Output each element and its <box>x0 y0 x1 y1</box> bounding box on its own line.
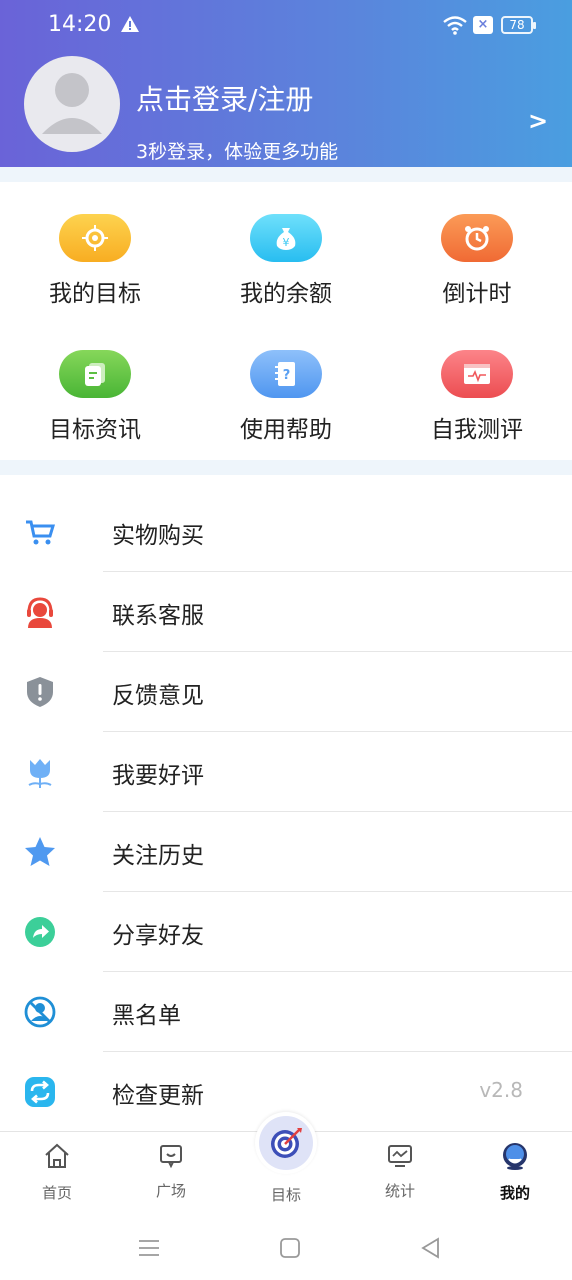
user-silhouette-icon <box>42 73 102 134</box>
menu-item-share[interactable]: 分享好友 <box>0 892 572 972</box>
menu-lines-icon[interactable] <box>137 1236 161 1260</box>
grid-label: 我的目标 <box>49 281 141 307</box>
shield-alert-icon <box>27 677 53 707</box>
user-avatar-icon <box>503 1143 527 1170</box>
menu-item-good-review[interactable]: 我要好评 <box>0 732 572 812</box>
tab-goal-label: 目标 <box>270 1186 301 1204</box>
tab-square[interactable]: 广场 <box>121 1132 221 1217</box>
profile-header: 14:20 × 78 点击登录/注册 3秒登录，体验更多功能 > <box>0 0 572 167</box>
menu-label: 我要好评 <box>112 763 204 789</box>
section-separator <box>0 167 572 182</box>
menu-label: 关注历史 <box>112 843 204 869</box>
menu-label: 联系客服 <box>112 603 204 629</box>
money-bag-icon: ¥ <box>250 214 322 262</box>
chat-square-icon <box>160 1145 182 1169</box>
menu-label: 黑名单 <box>112 1003 181 1029</box>
battery-indicator: 78 <box>501 16 536 34</box>
refresh-icon <box>25 1077 55 1107</box>
menu-item-follow-history[interactable]: 关注历史 <box>0 812 572 892</box>
news-icon <box>59 350 131 398</box>
wifi-icon <box>443 16 467 35</box>
share-icon <box>25 917 55 947</box>
back-triangle-icon[interactable] <box>419 1236 443 1260</box>
tab-goal[interactable] <box>255 1112 317 1174</box>
grid-item-my-goals[interactable]: 我的目标 <box>0 214 190 334</box>
grid-item-self-assessment[interactable]: 自我测评 <box>382 350 572 470</box>
avatar[interactable] <box>24 56 120 152</box>
blacklist-icon <box>24 996 56 1028</box>
dart-target-icon <box>271 1128 302 1158</box>
menu-item-purchase[interactable]: 实物购买 <box>0 492 572 572</box>
section-separator <box>0 460 572 475</box>
tab-label: 我的 <box>499 1184 530 1202</box>
flower-icon <box>28 759 52 788</box>
help-book-icon: ? <box>250 350 322 398</box>
system-nav-bar <box>0 1216 572 1280</box>
grid-label: 自我测评 <box>431 417 523 443</box>
star-icon <box>25 837 55 866</box>
tab-goal-background <box>259 1116 313 1170</box>
grid-label: 倒计时 <box>442 281 512 307</box>
cart-icon <box>26 520 56 545</box>
grid-label: 我的余额 <box>240 281 332 307</box>
login-subtitle: 3秒登录，体验更多功能 <box>136 141 339 163</box>
tv-chart-icon <box>388 1145 412 1167</box>
grid-item-help[interactable]: ? 使用帮助 <box>191 350 381 470</box>
login-register-link[interactable]: 点击登录/注册 <box>136 78 313 118</box>
target-icon <box>59 214 131 262</box>
grid-label: 使用帮助 <box>240 417 332 443</box>
svg-text:?: ? <box>283 368 291 383</box>
menu-label: 反馈意见 <box>112 683 204 709</box>
home-square-icon[interactable] <box>278 1236 302 1260</box>
customer-service-icon <box>27 597 53 628</box>
menu-label: 实物购买 <box>112 523 204 549</box>
grid-label: 目标资讯 <box>49 417 141 443</box>
grid-item-my-balance[interactable]: ¥ 我的余额 <box>191 214 381 334</box>
feature-grid: 我的目标 ¥ 我的余额 倒计时 目标资讯 ? 使用帮助 自我测评 <box>0 182 572 460</box>
svg-text:¥: ¥ <box>283 236 290 249</box>
sim-x-icon: × <box>473 16 493 34</box>
grid-item-goal-news[interactable]: 目标资讯 <box>0 350 190 470</box>
status-bar: 14:20 × 78 <box>0 0 572 50</box>
status-time: 14:20 <box>48 12 112 37</box>
version-label: v2.8 <box>479 1078 523 1102</box>
monitor-pulse-icon <box>441 350 513 398</box>
menu-item-feedback[interactable]: 反馈意见 <box>0 652 572 732</box>
chevron-right-icon[interactable]: > <box>528 107 548 135</box>
menu-label: 分享好友 <box>112 923 204 949</box>
menu-label: 检查更新 <box>112 1083 204 1109</box>
tab-label: 首页 <box>41 1184 72 1202</box>
tab-label: 统计 <box>384 1182 415 1200</box>
tab-home[interactable]: 首页 <box>7 1132 107 1217</box>
alarm-clock-icon <box>441 214 513 262</box>
home-icon <box>45 1143 69 1168</box>
grid-item-countdown[interactable]: 倒计时 <box>382 214 572 334</box>
tab-statistics[interactable]: 统计 <box>350 1132 450 1217</box>
menu-item-contact-service[interactable]: 联系客服 <box>0 572 572 652</box>
tab-mine[interactable]: 我的 <box>465 1132 565 1217</box>
warning-icon <box>121 16 139 32</box>
tab-label: 广场 <box>155 1182 186 1200</box>
menu-item-blacklist[interactable]: 黑名单 <box>0 972 572 1052</box>
